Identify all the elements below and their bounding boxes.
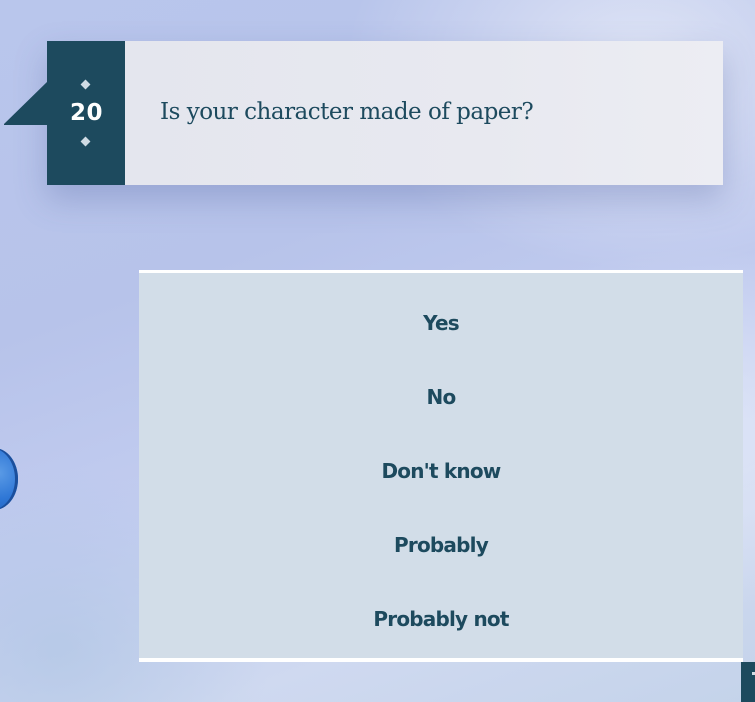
question-number-tab: 20 <box>4 41 125 185</box>
question-card: 20 Is your character made of paper? <box>4 41 723 185</box>
diamond-icon <box>80 79 91 90</box>
answer-probably-not[interactable]: Probably not <box>139 599 743 673</box>
answers-panel: Yes No Don't know Probably Probably not <box>139 270 743 662</box>
corner-badge <box>741 662 755 702</box>
answer-no[interactable]: No <box>139 377 743 451</box>
question-number: 20 <box>69 100 103 126</box>
character-illustration <box>0 448 18 510</box>
answer-dont-know[interactable]: Don't know <box>139 451 743 525</box>
answer-probably[interactable]: Probably <box>139 525 743 599</box>
answer-yes[interactable]: Yes <box>139 303 743 377</box>
diamond-icon <box>80 136 91 147</box>
question-text: Is your character made of paper? <box>160 99 534 125</box>
question-body: Is your character made of paper? <box>125 41 723 185</box>
